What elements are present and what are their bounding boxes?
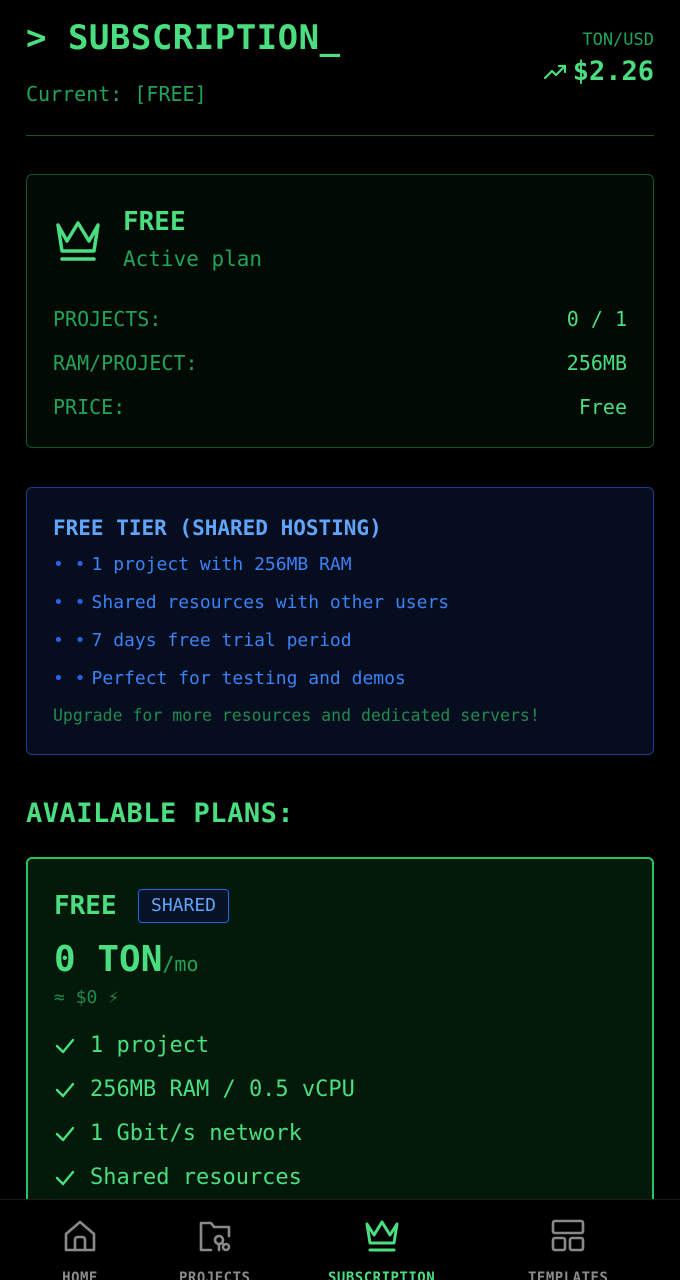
home-icon: [64, 1220, 96, 1252]
feature-text: 1 project: [90, 1033, 210, 1058]
plan-badge: SHARED: [138, 889, 230, 923]
row-value: 0 / 1: [566, 307, 627, 331]
plan-feature: 256MB RAM / 0.5 vCPU: [54, 1077, 355, 1102]
bullet-dots: • •: [53, 668, 86, 689]
check-icon: [55, 1126, 75, 1141]
nav-item-home[interactable]: HOME: [62, 1218, 98, 1280]
tier-info-card: FREE TIER (SHARED HOSTING) • • 1 project …: [26, 487, 654, 755]
page-header: > SUBSCRIPTION_ Current: [FREE] TON/USD …: [26, 0, 654, 136]
check-icon: [55, 1038, 75, 1053]
plan-feature: 1 Gbit/s network: [54, 1121, 302, 1146]
rate-label: TON/USD: [582, 30, 654, 50]
bullet-text: 1 project with 256MB RAM: [91, 554, 352, 575]
row-label: RAM/PROJECT:: [53, 351, 198, 375]
tier-info-bullet: • • Perfect for testing and demos: [53, 668, 406, 689]
available-plans-title: AVAILABLE PLANS:: [26, 798, 295, 829]
plan-card-free[interactable]: FREE SHARED 0 TON/mo ≈ $0 ⚡ 1 project 25…: [26, 857, 654, 1257]
plan-feature: Shared resources: [54, 1165, 302, 1190]
crown-icon: [56, 221, 100, 261]
nav-label: TEMPLATES: [528, 1270, 609, 1280]
row-label: PRICE:: [53, 395, 126, 419]
nav-label: HOME: [62, 1270, 98, 1280]
templates-icon: [551, 1219, 585, 1252]
plan-name: FREE: [54, 891, 117, 921]
row-value: 256MB: [566, 351, 627, 375]
plan-price: 0 TON/mo: [54, 939, 199, 980]
plan-usd-price: ≈ $0 ⚡: [54, 987, 120, 1008]
row-label: PROJECTS:: [53, 307, 162, 331]
nav-item-projects[interactable]: PROJECTS: [179, 1218, 250, 1280]
nav-item-subscription[interactable]: SUBSCRIPTION: [328, 1218, 435, 1280]
current-plan-subtitle: Active plan: [123, 247, 263, 271]
crown-icon: [365, 1220, 399, 1252]
bullet-dots: • •: [53, 630, 86, 651]
tier-info-title: FREE TIER (SHARED HOSTING): [53, 516, 382, 540]
tier-info-bullet: • • 7 days free trial period: [53, 630, 352, 651]
check-icon: [55, 1170, 75, 1185]
plan-price-period: /mo: [162, 952, 199, 976]
tier-info-bullet: • • Shared resources with other users: [53, 592, 449, 613]
plan-feature: 1 project: [54, 1033, 209, 1058]
price-row: PRICE: Free: [53, 395, 627, 419]
check-icon: [55, 1082, 75, 1097]
current-plan-indicator: Current: [FREE]: [26, 82, 207, 106]
projects-row: PROJECTS: 0 / 1: [53, 307, 627, 331]
plan-price-amount: 0 TON: [54, 939, 163, 980]
feature-text: 1 Gbit/s network: [90, 1121, 302, 1146]
ram-row: RAM/PROJECT: 256MB: [53, 351, 627, 375]
feature-text: Shared resources: [90, 1165, 302, 1190]
trending-up-icon: [543, 64, 566, 79]
tier-info-bullet: • • 1 project with 256MB RAM: [53, 554, 352, 575]
upgrade-note: Upgrade for more resources and dedicated…: [53, 706, 540, 725]
nav-label: PROJECTS: [179, 1270, 251, 1280]
bottom-nav: HOME PROJECTS SUBSCRIPTION TEMPLATES: [0, 1199, 680, 1280]
page-title: > SUBSCRIPTION_: [26, 18, 341, 58]
nav-item-templates[interactable]: TEMPLATES: [528, 1218, 608, 1280]
bullet-dots: • •: [53, 592, 86, 613]
current-plan-card: FREE Active plan PROJECTS: 0 / 1 RAM/PRO…: [26, 174, 654, 448]
nav-label: SUBSCRIPTION: [328, 1270, 436, 1280]
row-value: Free: [578, 395, 627, 419]
rate-display: $2.26: [543, 56, 654, 87]
feature-text: 256MB RAM / 0.5 vCPU: [90, 1077, 355, 1102]
bullet-text: Shared resources with other users: [91, 592, 450, 613]
projects-folder-icon: [199, 1221, 231, 1252]
bullet-text: 7 days free trial period: [91, 630, 352, 651]
bullet-dots: • •: [53, 554, 86, 575]
bullet-text: Perfect for testing and demos: [91, 668, 406, 689]
current-plan-name: FREE: [123, 207, 186, 237]
rate-value: $2.26: [572, 56, 654, 87]
